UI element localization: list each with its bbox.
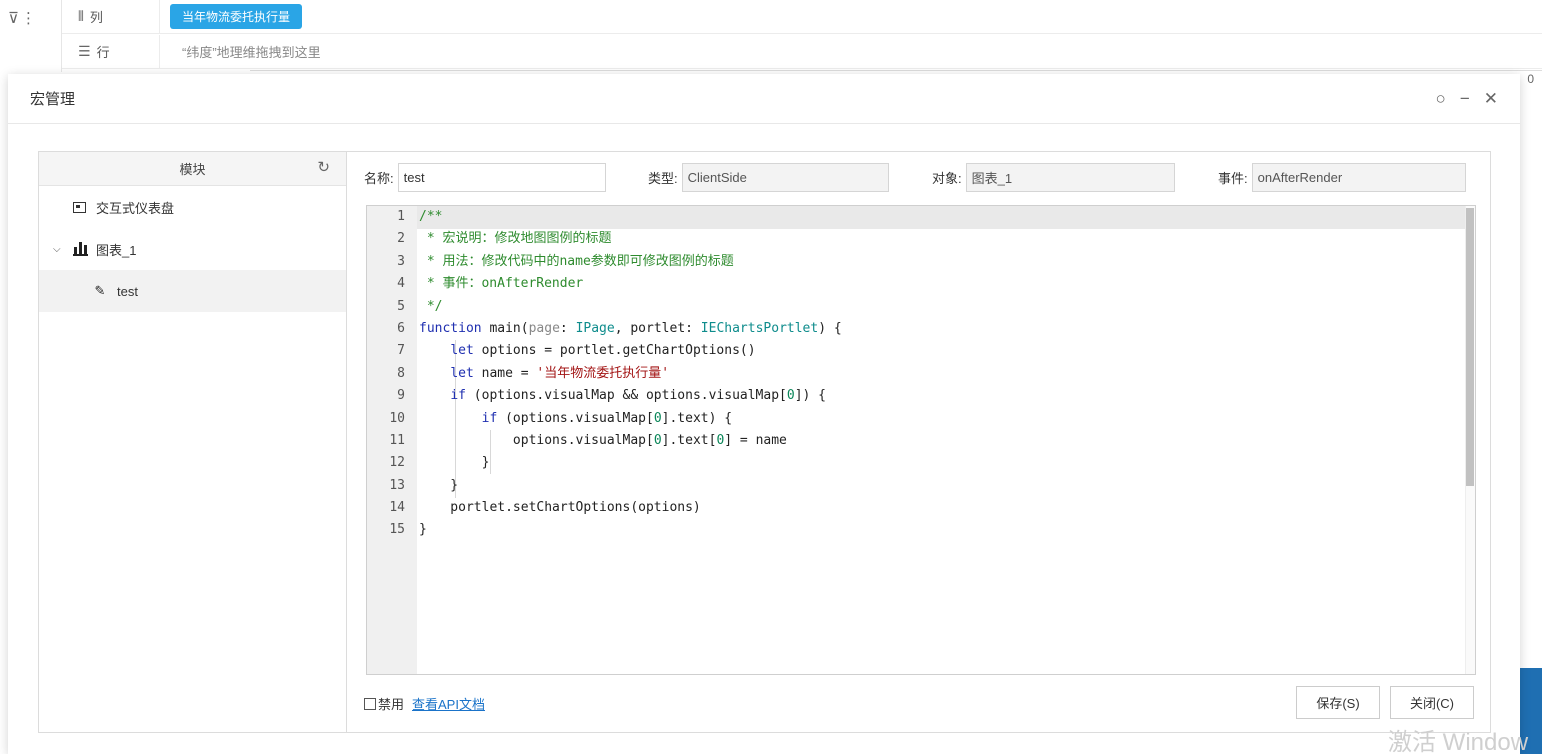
tree-item-chart[interactable]: ⌵ 图表_1 — [39, 228, 346, 270]
axis-corner-value: 0 — [1527, 72, 1534, 86]
tree-refresh-icon[interactable]: ↻ — [317, 158, 330, 176]
name-label: 名称: — [364, 170, 394, 186]
code-line: 3 * 用法：修改代码中的name参数即可修改图例的标题 — [397, 253, 734, 269]
filter-strip: ⊽ ⋮ — [0, 0, 62, 72]
code-line: 8 let name = '当年物流委托执行量' — [397, 365, 670, 381]
code-line: 14 portlet.setChartOptions(options) — [389, 500, 701, 516]
disable-label: 禁用 — [378, 697, 405, 712]
object-field-group: 对象: — [932, 162, 1175, 192]
close-icon[interactable]: ✕ — [1484, 89, 1498, 109]
macro-editor-panel: 名称: 类型: 对象: 事件: — [348, 152, 1490, 732]
macro-manager-dialog: 宏管理 ○ − ✕ 模块 ↻ 交互式仪表盘 ⌵ 图表_1 ✎ test 名称: … — [8, 74, 1520, 754]
columns-shelf-label: ⫴ 列 — [62, 0, 160, 33]
columns-icon: ⫴ — [78, 8, 84, 24]
event-label: 事件: — [1218, 170, 1248, 186]
columns-shelf: ⫴ 列 当年物流委托执行量 — [62, 0, 1542, 34]
dialog-header: 宏管理 ○ − ✕ — [8, 74, 1520, 124]
rows-drop-hint: “纬度”地理维拖拽到这里 — [182, 45, 321, 60]
activation-watermark: 激活 Window — [1388, 729, 1529, 754]
rows-shelf-label: ☰ 行 — [62, 35, 160, 68]
dialog-body: 模块 ↻ 交互式仪表盘 ⌵ 图表_1 ✎ test 名称: test 类型: C… — [38, 151, 1491, 733]
rows-shelf: ☰ 行 “纬度”地理维拖拽到这里 — [62, 35, 1542, 69]
code-editor[interactable]: 1/** 2 * 宏说明：修改地图图例的标题 3 * 用法：修改代码中的name… — [366, 205, 1476, 675]
dashboard-icon — [73, 201, 86, 213]
save-button[interactable]: 保存(S) — [1296, 686, 1380, 719]
column-field-pill[interactable]: 当年物流委托执行量 — [170, 4, 303, 29]
rows-icon: ☰ — [78, 43, 91, 59]
object-input — [965, 162, 1175, 192]
minimize-icon[interactable]: − — [1460, 89, 1470, 109]
tree-item-test-macro[interactable]: ✎ test — [39, 270, 346, 312]
macro-edit-icon: ✎ — [94, 283, 106, 298]
close-button[interactable]: 关闭(C) — [1390, 686, 1474, 719]
api-docs-link[interactable]: 查看API文档 — [412, 694, 485, 713]
tree-item-dashboard[interactable]: 交互式仪表盘 — [39, 186, 346, 228]
module-tree-panel: 模块 ↻ 交互式仪表盘 ⌵ 图表_1 ✎ test — [39, 152, 347, 732]
code-line: 2 * 宏说明：修改地图图例的标题 — [397, 231, 612, 247]
name-input[interactable] — [397, 162, 606, 192]
dialog-title: 宏管理 — [30, 91, 76, 108]
code-line: 15} — [389, 522, 427, 538]
macro-properties: 名称: 类型: 对象: 事件: — [364, 162, 1490, 192]
module-tree-header: 模块 ↻ — [39, 152, 346, 186]
code-line: 7 let options = portlet.getChartOptions(… — [397, 343, 756, 359]
code-line: 9 if (options.visualMap && options.visua… — [397, 388, 827, 404]
chevron-down-icon[interactable]: ⌵ — [53, 244, 65, 255]
type-label: 类型: — [648, 170, 678, 186]
code-content[interactable]: 1/** 2 * 宏说明：修改地图图例的标题 3 * 用法：修改代码中的name… — [389, 206, 1465, 674]
bar-chart-icon — [73, 242, 88, 256]
object-label: 对象: — [932, 170, 962, 186]
code-line: 6 function main(page: IPage, portlet: IEC… — [397, 320, 842, 336]
code-line: 5 */ — [397, 298, 443, 314]
type-field-group: 类型: — [648, 162, 889, 192]
editor-scrollbar[interactable] — [1465, 206, 1475, 674]
dialog-controls: ○ − ✕ — [1436, 89, 1498, 109]
code-line: 4 * 事件：onAfterRender — [397, 276, 584, 292]
code-line: 10 if (options.visualMap[0].text) { — [389, 410, 733, 426]
event-field-group: 事件: — [1218, 162, 1466, 192]
event-input — [1251, 162, 1466, 192]
code-line: 12 } — [389, 455, 490, 471]
footer-options: 禁用 查看API文档 — [364, 694, 485, 713]
code-line: 11 options.visualMap[0].text[0] = name — [389, 432, 787, 448]
filter-icon[interactable]: ⊽ ⋮ — [8, 9, 36, 27]
code-line: 13 } — [389, 477, 459, 493]
name-field-group: 名称: — [364, 162, 606, 192]
refresh-icon[interactable]: ○ — [1436, 89, 1446, 109]
disable-checkbox[interactable] — [364, 697, 376, 710]
editor-scrollbar-thumb[interactable] — [1466, 208, 1474, 486]
type-input — [681, 162, 889, 192]
code-line: 1/** — [397, 209, 443, 224]
